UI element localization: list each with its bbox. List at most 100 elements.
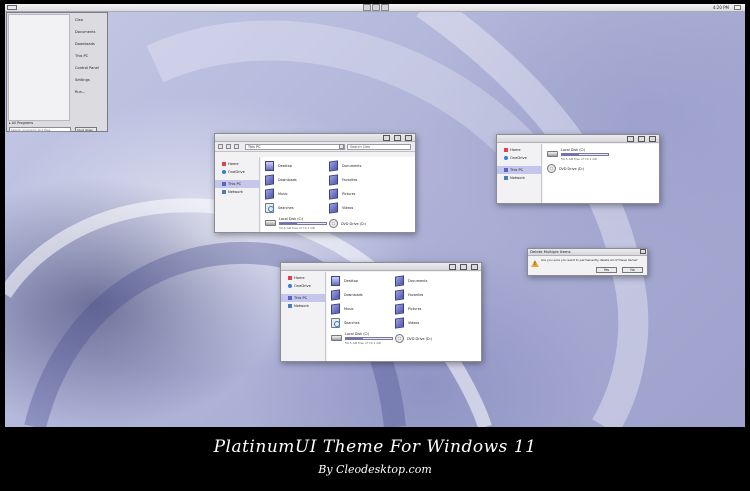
address-bar[interactable]: This PC [245,144,345,150]
nav-item-network[interactable]: Network [215,188,259,196]
no-button[interactable]: No [622,267,643,273]
nav-item-network[interactable]: Network [497,174,541,182]
window-titlebar[interactable] [497,135,659,143]
start-item-settings[interactable]: Settings [73,74,107,86]
dialog-title-text: Delete Multiple Items [530,249,571,254]
start-button[interactable] [7,5,17,10]
explorer-icon[interactable] [363,4,371,11]
folder-icon [331,289,340,301]
maximize-button[interactable] [638,136,645,142]
drive-usage-bar [345,337,393,340]
drive-name: Local Disk (C:) [345,332,370,336]
nav-label: This PC [510,168,524,172]
drive-c[interactable]: Local Disk (C:) 50.5 GB free of 79.1 GB [547,148,611,162]
nav-item-network[interactable]: Network [281,302,325,310]
maximize-button[interactable] [394,135,401,141]
back-button[interactable] [218,144,223,149]
home-icon [288,276,292,280]
all-programs-link[interactable]: ▸ All Programs [9,121,33,125]
start-item-this-pc[interactable]: This PC [73,50,107,62]
nav-label: OneDrive [510,156,527,160]
item-label: Searches [278,206,294,210]
folder-icon [329,202,338,214]
navigation-pane: Home OneDrive This PC Network [215,157,260,232]
drive-d[interactable]: DVD Drive (D:) [395,334,445,344]
folder-icon [395,317,404,329]
drive-usage-bar [279,222,327,225]
nav-item-this-pc[interactable]: This PC [497,166,541,174]
warning-icon [531,260,539,267]
nav-item-this-pc[interactable]: This PC [215,180,259,188]
nav-label: This PC [228,182,242,186]
nav-item-onedrive[interactable]: OneDrive [497,154,541,162]
drive-usage-fill [562,154,579,155]
folder-icon [395,289,404,301]
drive-free-space: 50.5 GB free of 79.1 GB [561,157,597,161]
explorer-window-small: Home OneDrive This PC Network Local Disk… [496,134,660,204]
nav-item-home[interactable]: Home [497,146,541,154]
item-label: Documents [342,164,362,168]
nav-item-home[interactable]: Home [215,160,259,168]
drive-d[interactable]: DVD Drive (D:) [329,219,379,229]
caption-credit: By Cleodesktop.com [318,463,432,476]
minimize-button[interactable] [383,135,390,141]
delete-confirmation-dialog: Delete Multiple Items Are you sure you w… [527,248,648,276]
nav-label: Network [510,176,526,180]
forward-button[interactable] [226,144,231,149]
dialog-close-button[interactable] [640,249,646,254]
desktop-folder-icon [265,161,274,171]
nav-item-onedrive[interactable]: OneDrive [281,282,325,290]
start-item-run[interactable]: Run... [73,86,107,98]
item-label: Downloads [278,178,297,182]
item-label: Pictures [408,307,422,311]
store-icon[interactable] [372,4,380,11]
item-label: Downloads [344,293,363,297]
start-item-downloads[interactable]: Downloads [73,38,107,50]
yes-button[interactable]: Yes [596,267,617,273]
window-titlebar[interactable] [281,263,481,271]
close-button[interactable] [471,264,478,270]
dialog-title[interactable]: Delete Multiple Items [528,249,647,256]
refresh-button[interactable] [339,144,344,149]
maximize-button[interactable] [460,264,467,270]
explorer-toolbar: This PC Search Cleo [215,142,415,152]
drive-name: Local Disk (C:) [561,148,586,152]
drive-c[interactable]: Local Disk (C:) 50.5 GB free of 79.1 GB [265,217,329,231]
drive-d[interactable]: DVD Drive (D:) [547,164,597,174]
item-label: Searches [344,321,360,325]
search-input[interactable]: Search Cleo [347,144,411,150]
item-label: Videos [408,321,420,325]
nav-item-this-pc[interactable]: This PC [281,294,325,302]
nav-item-onedrive[interactable]: OneDrive [215,168,259,176]
start-menu-right-pane: Cleo Documents Downloads This PC Control… [73,14,107,129]
cloud-icon [288,284,292,288]
shutdown-button[interactable]: Shut down [75,127,97,132]
drive-c[interactable]: Local Disk (C:) 50.5 GB free of 79.1 GB [331,332,395,346]
hard-drive-icon [265,220,276,226]
start-search-input[interactable]: Search programs and files [9,127,71,132]
item-label: Favorites [408,293,424,297]
start-item-control-panel[interactable]: Control Panel [73,62,107,74]
navigation-pane: Home OneDrive This PC Network [281,272,326,361]
start-item-documents[interactable]: Documents [73,26,107,38]
caption-title: PlatinumUI Theme For Windows 11 [213,437,537,457]
minimize-button[interactable] [449,264,456,270]
item-label: Documents [408,279,428,283]
window-titlebar[interactable] [215,134,415,142]
folder-icon [329,160,338,172]
start-item-user[interactable]: Cleo [73,14,107,26]
explorer-window-this-pc: This PC Search Cleo Home OneDrive This P… [214,133,416,233]
folder-icon [265,174,274,186]
notification-icon[interactable] [734,5,741,10]
taskbar-clock[interactable]: 4:20 PM [713,4,729,11]
desktop[interactable]: 4:20 PM Cleo Documents Downloads This PC… [5,4,745,427]
drive-free-space: 50.5 GB free of 79.1 GB [279,226,315,230]
up-button[interactable] [234,144,239,149]
cloud-icon [504,156,508,160]
minimize-button[interactable] [627,136,634,142]
settings-icon[interactable] [381,4,389,11]
close-button[interactable] [649,136,656,142]
close-button[interactable] [405,135,412,141]
explorer-window-bottom: Home OneDrive This PC Network Desktop Do… [280,262,482,362]
nav-item-home[interactable]: Home [281,274,325,282]
